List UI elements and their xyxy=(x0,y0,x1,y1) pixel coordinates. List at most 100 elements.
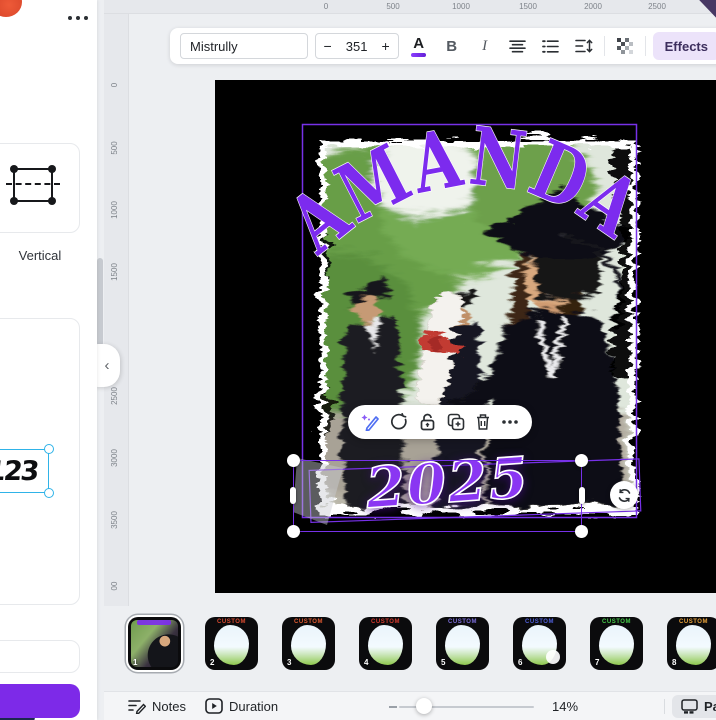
element-label-vertical: Vertical xyxy=(18,248,62,263)
duration-button[interactable]: Duration xyxy=(205,698,278,714)
horizontal-ruler: 0 500 1000 1500 2000 2500 3000 3500 xyxy=(104,0,716,14)
text-color-label: A xyxy=(413,35,425,53)
pages-button[interactable]: Pages xyxy=(672,695,716,718)
ruler-tick: 0 xyxy=(323,2,329,11)
pages-icon xyxy=(681,699,698,714)
page-thumbnail-7[interactable]: CUSTOM 7 xyxy=(590,617,643,670)
resize-handle-e[interactable] xyxy=(579,487,585,504)
thumb-frame-art xyxy=(368,625,403,665)
page-thumbnail-1[interactable]: 1 xyxy=(128,617,181,670)
more-options-icon[interactable] xyxy=(501,419,519,425)
status-bar: Notes Duration 14% Pages xyxy=(104,691,716,720)
lock-icon[interactable] xyxy=(419,413,436,431)
page-thumbnail-8[interactable]: CUSTOM 8 xyxy=(667,617,716,670)
panel-collapse-button[interactable]: ‹ xyxy=(94,344,120,387)
thumb-custom-label: CUSTOM xyxy=(525,619,554,625)
ruler-tick: 2500 xyxy=(110,387,119,405)
font-size-control: − 351 + xyxy=(314,33,399,59)
text-color-swatch xyxy=(411,53,427,57)
resize-handle-ne[interactable] xyxy=(575,454,588,467)
text-align-button[interactable] xyxy=(505,33,531,59)
notes-button[interactable]: Notes xyxy=(128,698,186,714)
transparency-button[interactable] xyxy=(612,33,638,59)
text-format-toolbar: Mistrully − 351 + A B I Effects xyxy=(170,28,716,64)
pages-label: Pages xyxy=(704,699,716,714)
sidebar-cta-button[interactable]: n xyxy=(0,684,80,718)
comment-add-icon[interactable] xyxy=(390,413,409,431)
duration-icon xyxy=(205,698,223,714)
page-thumbnail-4[interactable]: CUSTOM 4 xyxy=(359,617,412,670)
thumb-frame-art xyxy=(676,625,711,665)
transparency-icon xyxy=(616,38,633,54)
element-card-empty[interactable] xyxy=(0,640,80,673)
zoom-slider-thumb[interactable] xyxy=(416,698,432,714)
magic-edit-icon[interactable] xyxy=(361,413,380,431)
ruler-tick: 00 xyxy=(110,581,119,591)
page-number: 4 xyxy=(364,658,369,667)
vertical-ruler: 0 500 1000 1500 2500 3000 3500 00 xyxy=(104,14,129,606)
thumb-progress-dot xyxy=(546,650,560,664)
thumb-custom-label: CUSTOM xyxy=(294,619,323,625)
element-card-vertical[interactable] xyxy=(0,143,80,233)
font-size-value[interactable]: 351 xyxy=(340,39,374,54)
resize-handle-nw[interactable] xyxy=(287,454,300,467)
align-center-icon xyxy=(509,39,526,52)
element-handle[interactable] xyxy=(44,488,54,498)
font-size-decrease-button[interactable]: − xyxy=(316,38,340,54)
list-icon xyxy=(542,39,559,53)
thumb-photo-art xyxy=(131,620,178,667)
ruler-tick: 2000 xyxy=(584,2,602,11)
chevron-left-icon: ‹ xyxy=(104,357,110,374)
divider xyxy=(664,699,665,714)
selection-box[interactable] xyxy=(287,454,588,538)
page-number: 3 xyxy=(287,658,292,667)
resize-handle-se[interactable] xyxy=(575,525,588,538)
ruler-tick: 2500 xyxy=(648,2,666,11)
ruler-tick: 500 xyxy=(386,2,400,11)
effects-button[interactable]: Effects xyxy=(652,32,716,60)
page-number: 8 xyxy=(672,658,677,667)
element-handle[interactable] xyxy=(44,444,54,454)
font-family-select[interactable]: Mistrully xyxy=(180,33,308,59)
vertical-frame-icon xyxy=(6,165,60,205)
bold-button[interactable]: B xyxy=(439,33,465,59)
italic-button[interactable]: I xyxy=(472,33,498,59)
element-context-toolbar xyxy=(348,405,532,439)
ruler-tick: 1500 xyxy=(519,2,537,11)
delete-icon[interactable] xyxy=(475,413,491,431)
notes-label: Notes xyxy=(152,698,186,714)
ruler-tick: 1000 xyxy=(110,201,119,219)
thumb-custom-label: CUSTOM xyxy=(217,619,246,625)
ruler-tick: 1500 xyxy=(110,263,119,281)
page-number: 2 xyxy=(210,658,215,667)
page-thumbnail-5[interactable]: CUSTOM 5 xyxy=(436,617,489,670)
element-card-numbers[interactable]: 123 xyxy=(0,318,80,605)
text-color-button[interactable]: A xyxy=(406,33,432,59)
sidebar-scrollbar-thumb[interactable] xyxy=(97,258,103,346)
resize-handle-w[interactable] xyxy=(290,487,296,504)
page-thumbnail-2[interactable]: CUSTOM 2 xyxy=(205,617,258,670)
notes-icon xyxy=(128,700,146,714)
zoom-percent[interactable]: 14% xyxy=(552,699,578,714)
page-number: 7 xyxy=(595,658,600,667)
resize-handle-sw[interactable] xyxy=(287,525,300,538)
divider xyxy=(603,36,605,56)
list-button[interactable] xyxy=(538,33,564,59)
page-thumbnail-6[interactable]: CUSTOM 6 xyxy=(513,617,566,670)
page-thumbnail-3[interactable]: CUSTOM 3 xyxy=(282,617,335,670)
numbers-element-selected[interactable]: 123 xyxy=(0,444,54,498)
numbers-element-text: 123 xyxy=(0,455,39,487)
thumb-frame-art xyxy=(599,625,634,665)
duplicate-icon[interactable] xyxy=(447,413,465,431)
font-size-increase-button[interactable]: + xyxy=(374,38,398,54)
decorative-logo-blob xyxy=(0,0,22,17)
page-number: 1 xyxy=(133,658,138,667)
thumb-frame-art xyxy=(445,625,480,665)
thumb-custom-label: CUSTOM xyxy=(679,619,708,625)
panel-more-button[interactable] xyxy=(68,16,88,20)
ruler-tick: 0 xyxy=(110,82,119,88)
elements-sidebar: Vertical 123 n xyxy=(0,0,97,720)
ruler-tick: 1000 xyxy=(452,2,470,11)
rotate-handle[interactable] xyxy=(610,481,638,509)
spacing-button[interactable] xyxy=(571,33,597,59)
